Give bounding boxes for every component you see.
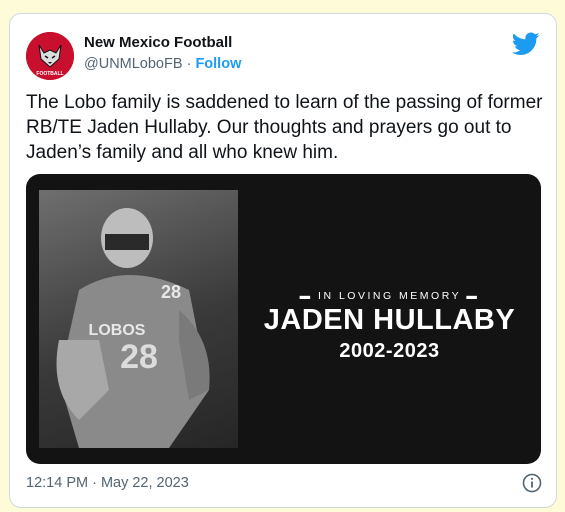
tweet-card: FOOTBALL New Mexico Football @UNMLoboFB … [9,13,557,508]
memorial-name: JADEN HULLABY [263,304,516,336]
tweet-media[interactable]: 28 LOBOS 28 ▬ IN LOVING MEMORY ▬ JADEN H… [26,174,541,464]
memorial-years: 2002-2023 [339,340,440,362]
lobo-logo-icon: FOOTBALL [26,32,74,80]
author-name[interactable]: New Mexico Football [84,34,232,51]
player-silhouette: 28 LOBOS 28 [56,208,210,448]
memory-label-left-mark: ▬ [299,290,319,302]
twitter-bird-icon[interactable] [512,32,540,56]
memory-label: ▬ IN LOVING MEMORY ▬ [238,290,541,302]
separator-dot: · [186,56,192,72]
follow-button[interactable]: Follow [195,56,241,72]
avatar[interactable]: FOOTBALL [26,32,74,80]
tweet-text: The Lobo family is saddened to learn of … [26,92,543,163]
memory-label-text: IN LOVING MEMORY [318,290,461,302]
jersey-front-number: 28 [120,338,158,376]
player-photo: 28 LOBOS 28 [39,190,238,448]
jersey-text: LOBOS [89,322,146,339]
info-icon[interactable] [522,473,542,493]
jersey-shoulder-number: 28 [161,282,181,302]
tweet-timestamp[interactable]: 12:14 PM · May 22, 2023 [26,475,189,491]
memory-label-right-mark: ▬ [460,290,480,302]
handle-row: @UNMLoboFB · Follow [84,56,241,72]
author-handle[interactable]: @UNMLoboFB [84,56,183,72]
avatar-caption: FOOTBALL [36,71,63,77]
